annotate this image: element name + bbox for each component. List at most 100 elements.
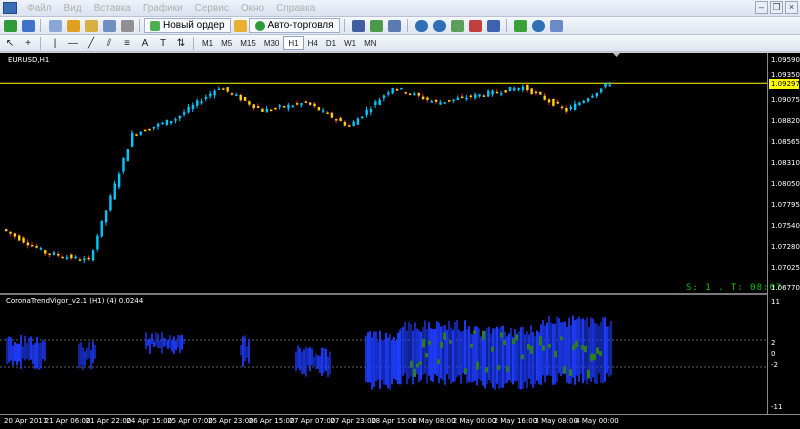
arrows-button[interactable]: ⇅: [173, 36, 189, 51]
candlestick-button[interactable]: [369, 18, 385, 33]
indicator-band: [321, 347, 323, 376]
indicator-green-cell: [572, 344, 575, 351]
autoscroll-button[interactable]: [468, 18, 484, 33]
indicator-band: [375, 331, 377, 382]
tile-windows-button[interactable]: [450, 18, 466, 33]
chart-window[interactable]: EURUSD,H1 S: 1 . T: 08:07 CoronaTrendVig…: [0, 53, 800, 429]
chart-shift-icon: [487, 19, 501, 32]
indicator-band: [179, 335, 181, 353]
indicator-band: [365, 335, 367, 383]
line-chart-button[interactable]: [387, 18, 403, 33]
crosshair-button[interactable]: +: [20, 36, 36, 51]
timeframe-m5[interactable]: M5: [217, 36, 236, 50]
timeframe-mn[interactable]: MN: [360, 36, 380, 50]
profiles-button[interactable]: [20, 18, 36, 33]
indicator-band: [16, 343, 18, 366]
candle: [18, 235, 21, 241]
candle: [413, 93, 416, 95]
indicator-band: [602, 317, 604, 384]
new-chart-button[interactable]: [2, 18, 18, 33]
navigator-button[interactable]: [83, 18, 99, 33]
menu-help[interactable]: Справка: [270, 3, 321, 14]
indicator-band: [165, 338, 167, 347]
indicator-band: [246, 346, 248, 358]
indicator-band: [379, 330, 381, 389]
restore-icon[interactable]: ❐: [770, 1, 783, 14]
indicator-band: [530, 325, 532, 385]
indicators-button[interactable]: [513, 18, 529, 33]
tester-button[interactable]: [119, 18, 135, 33]
price-chart[interactable]: [0, 53, 800, 293]
timeframe-m30[interactable]: M30: [260, 36, 284, 50]
candle: [13, 233, 17, 237]
indicator-green-cell: [569, 369, 572, 377]
close-icon[interactable]: ×: [785, 1, 798, 14]
vertical-line-button[interactable]: |: [47, 36, 63, 51]
indicator-band: [18, 343, 20, 362]
new-order-button[interactable]: Новый ордер: [144, 18, 231, 33]
channel-button[interactable]: ⫽: [101, 36, 117, 51]
indicator-band: [387, 337, 389, 389]
market-watch-button[interactable]: [47, 18, 63, 33]
label-button[interactable]: T: [155, 36, 171, 51]
zoom-out-button[interactable]: [432, 18, 448, 33]
candle: [443, 102, 447, 104]
metaeditor-button[interactable]: [233, 18, 249, 33]
timeframe-w1[interactable]: W1: [340, 36, 360, 50]
price-axis[interactable]: 1.09590 1.09350 1.09297 1.09075 1.08820 …: [767, 53, 800, 414]
navigator-icon: [84, 19, 98, 32]
menu-view[interactable]: Вид: [58, 3, 88, 14]
indicator-chart[interactable]: [0, 295, 800, 414]
cursor-button[interactable]: ↖: [2, 36, 18, 51]
timeframe-h4[interactable]: H4: [304, 36, 322, 50]
fibonacci-button[interactable]: ≡: [119, 36, 135, 51]
candle: [513, 88, 516, 91]
bar-chart-button[interactable]: [351, 18, 367, 33]
timeframe-h1[interactable]: H1: [283, 36, 304, 50]
horizontal-line-button[interactable]: —: [65, 36, 81, 51]
terminal-button[interactable]: [101, 18, 117, 33]
indicator-band: [544, 325, 546, 383]
candle: [261, 108, 264, 112]
candle: [196, 100, 199, 106]
candle: [152, 126, 156, 129]
indicator-band: [92, 341, 94, 364]
indicator-band: [183, 338, 185, 344]
periods-button[interactable]: [531, 18, 547, 33]
indicator-band: [428, 322, 430, 376]
candle: [599, 88, 603, 93]
indicator-green-cell: [590, 353, 593, 362]
templates-button[interactable]: [549, 18, 565, 33]
indicator-band: [504, 331, 506, 384]
zoom-in-button[interactable]: [414, 18, 430, 33]
timeframe-m15[interactable]: M15: [236, 36, 260, 50]
indicator-band: [590, 317, 592, 383]
candle: [335, 119, 338, 121]
toolbar-separator: [40, 19, 41, 32]
candle: [504, 90, 507, 93]
timeframe-m1[interactable]: M1: [198, 36, 217, 50]
autotrading-button[interactable]: Авто-торговля: [248, 18, 340, 33]
chart-shift-button[interactable]: [486, 18, 502, 33]
minimize-icon[interactable]: –: [755, 1, 768, 14]
candle: [430, 101, 433, 103]
price-tick: 1.08050: [771, 180, 800, 188]
candle: [309, 102, 312, 105]
menu-window[interactable]: Окно: [235, 3, 270, 14]
price-tick: 1.09350: [771, 71, 800, 79]
menu-file[interactable]: Файл: [21, 3, 58, 14]
data-window-button[interactable]: [65, 18, 81, 33]
indicator-band: [311, 348, 313, 366]
window-controls: – ❐ ×: [755, 1, 798, 14]
time-axis[interactable]: 20 Apr 2017 21 Apr 06:00 21 Apr 22:00 24 Ap…: [0, 414, 800, 429]
candle: [534, 91, 538, 94]
timeframe-d1[interactable]: D1: [322, 36, 340, 50]
indicator-band: [161, 331, 163, 354]
menu-insert[interactable]: Вставка: [88, 3, 137, 14]
menu-charts[interactable]: Графики: [137, 3, 189, 14]
trendline-button[interactable]: ╱: [83, 36, 99, 51]
text-button[interactable]: A: [137, 36, 153, 51]
indicator-green-cell: [425, 353, 428, 358]
menu-tools[interactable]: Сервис: [189, 3, 235, 14]
indicator-tick: 0: [771, 350, 776, 358]
